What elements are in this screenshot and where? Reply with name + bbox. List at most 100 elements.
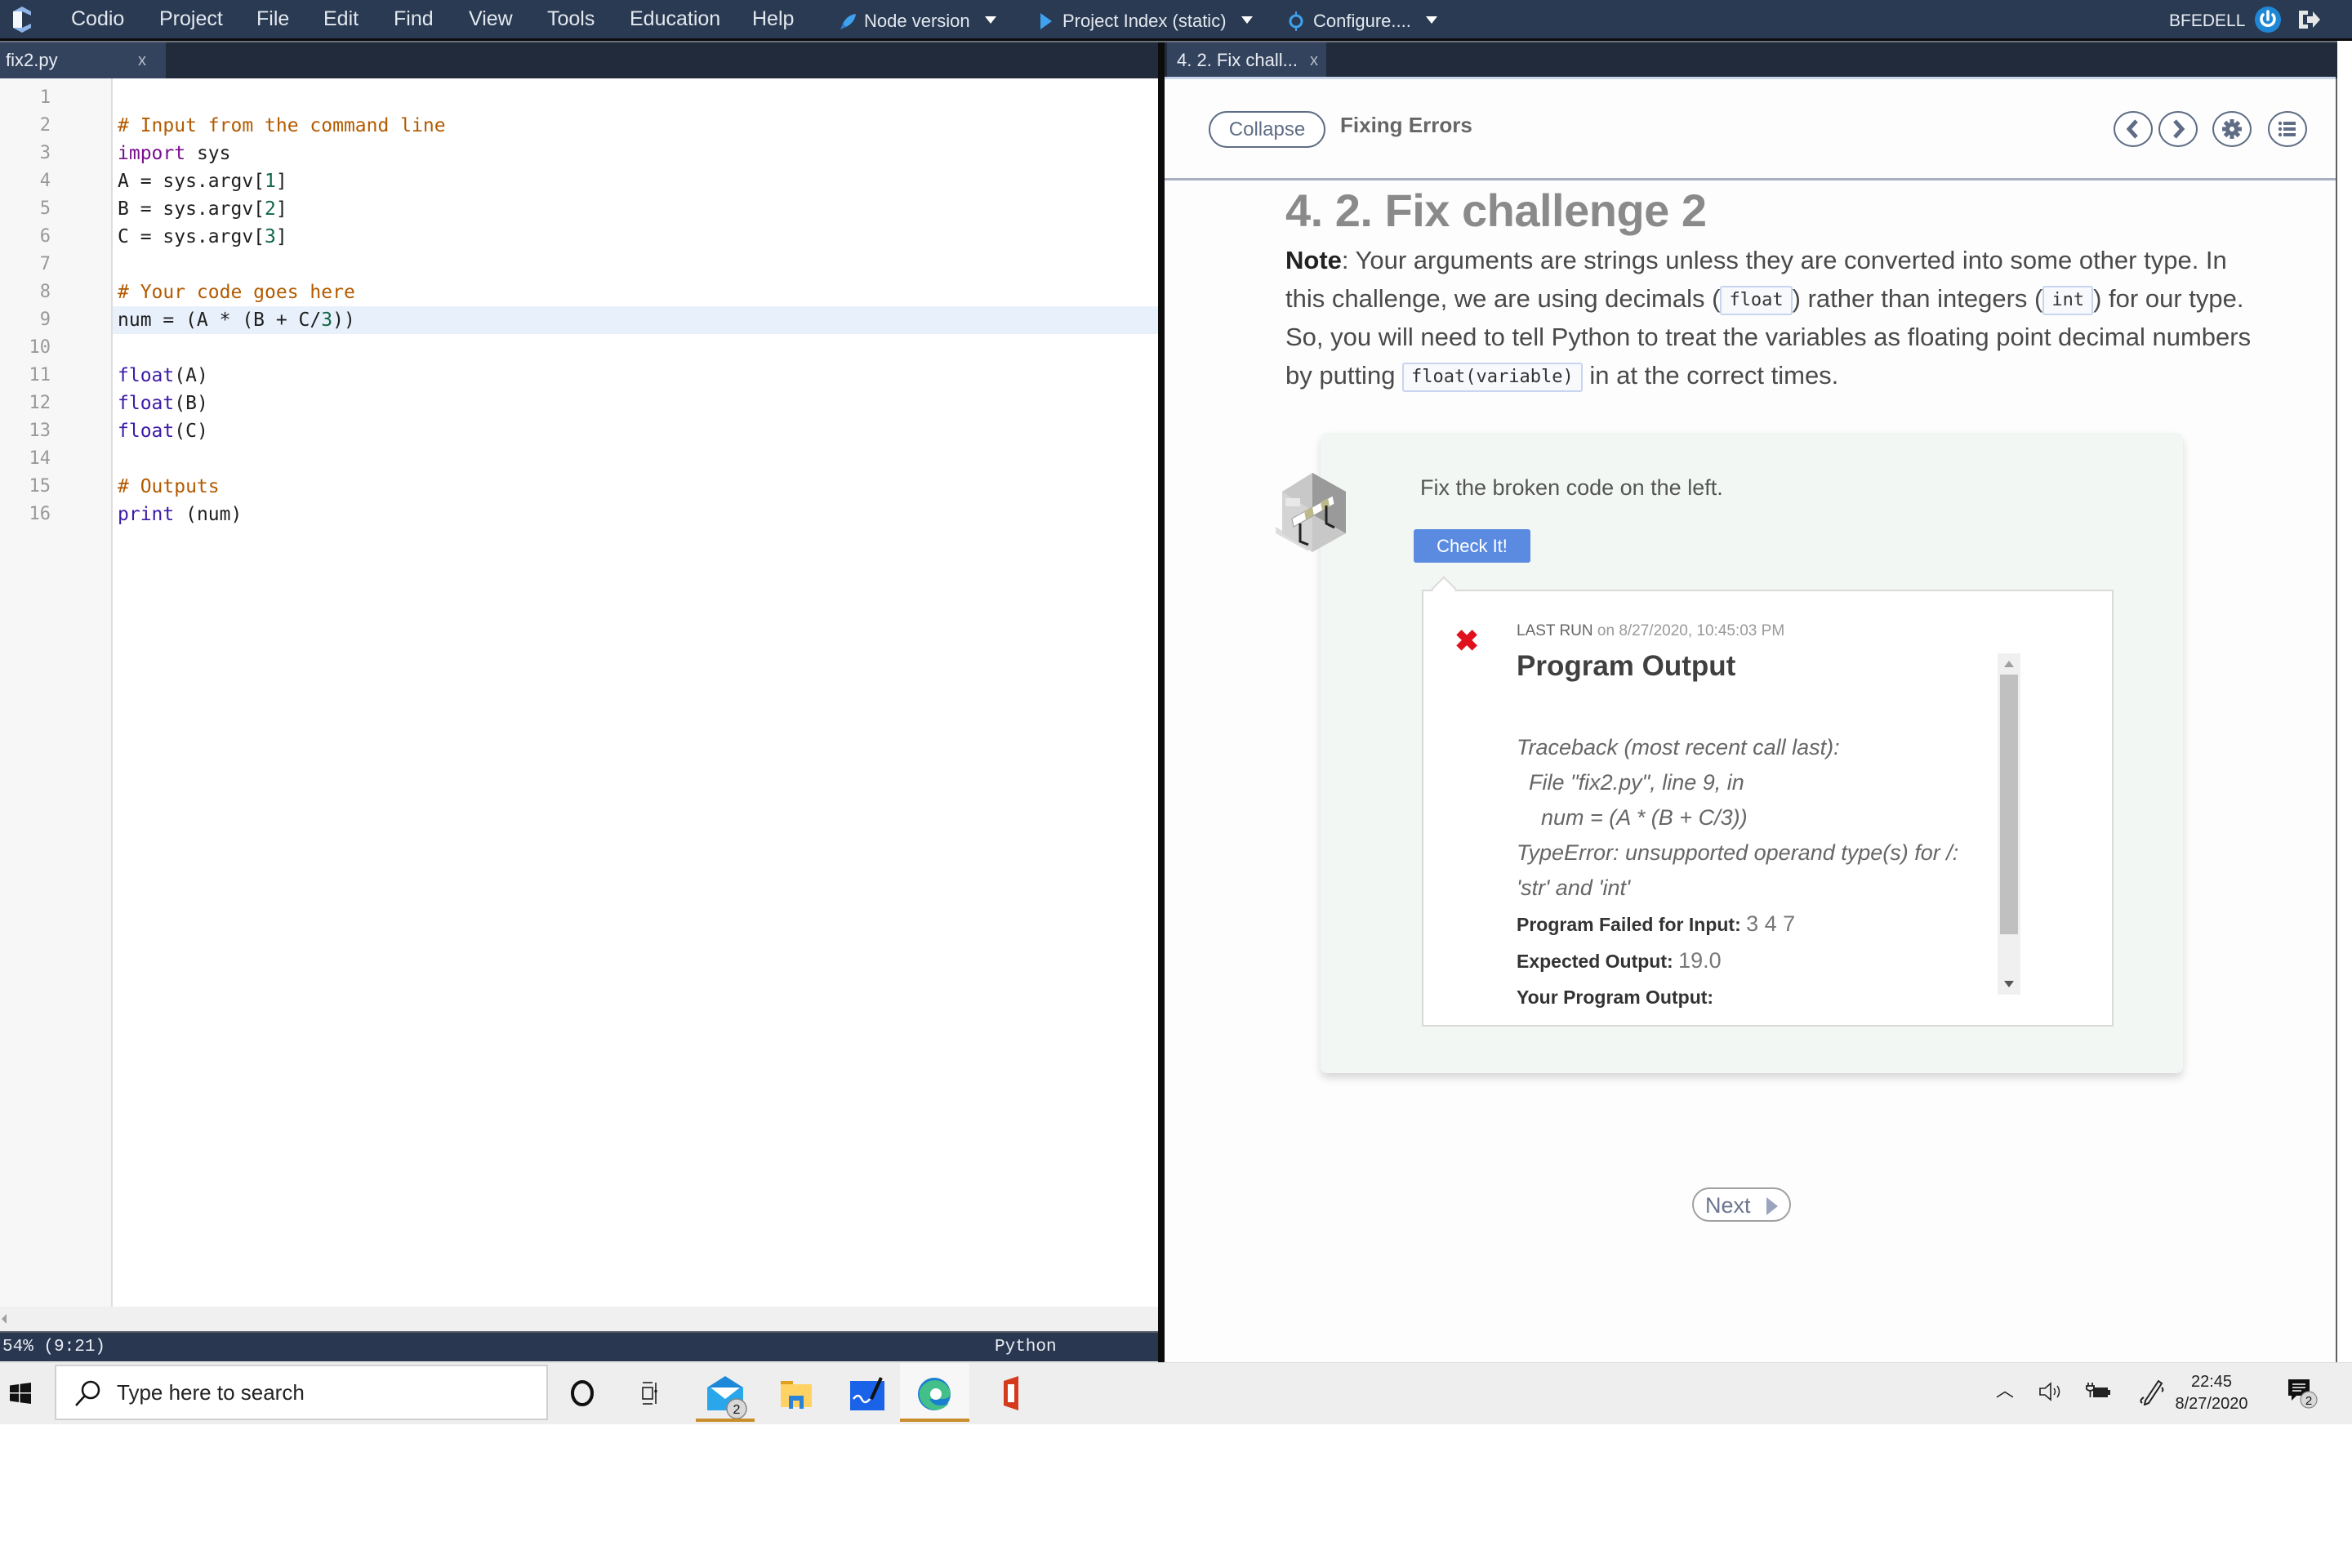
gear-icon — [2222, 119, 2242, 139]
challenge-barrier-icon — [1276, 473, 1346, 552]
menu-education[interactable]: Education — [630, 0, 720, 38]
edge-browser-button[interactable] — [900, 1363, 969, 1422]
play-right-icon — [1766, 1197, 1778, 1215]
power-icon[interactable] — [2254, 6, 2282, 33]
pane-splitter[interactable] — [1158, 42, 1165, 1362]
code-line[interactable]: # Input from the command line — [118, 112, 446, 140]
scroll-down-icon[interactable] — [2004, 981, 2014, 987]
line-number: 14 — [29, 448, 51, 469]
configure-dropdown[interactable]: Configure.... — [1287, 0, 1437, 38]
office-app-button[interactable] — [986, 1363, 1036, 1422]
code-line[interactable]: float(A) — [118, 362, 208, 390]
language-mode[interactable]: Python — [995, 1333, 1057, 1361]
failed-input-value: 3 4 7 — [1746, 911, 1796, 936]
code-line[interactable]: A = sys.argv[1] — [118, 167, 287, 195]
volume-icon[interactable] — [2038, 1381, 2065, 1402]
traceback-line: Traceback (most recent call last): — [1517, 735, 1840, 760]
line-number: 16 — [29, 504, 51, 524]
file-explorer-button[interactable] — [771, 1363, 822, 1422]
menu-find[interactable]: Find — [394, 0, 434, 38]
search-icon — [75, 1380, 100, 1406]
project-index-dropdown[interactable]: Project Index (static) — [1040, 0, 1253, 38]
code-line[interactable]: num = (A * (B + C/3)) — [118, 306, 355, 334]
play-icon — [1040, 13, 1052, 29]
cursor-position: 54% (9:21) — [2, 1338, 106, 1356]
rocket-icon — [840, 14, 856, 29]
caret-down-icon — [984, 16, 996, 24]
code-editor[interactable]: 1 2 3 4 5 6 7 8 9 10 11 12 13 14 15 16 # Input from the… — [0, 78, 1158, 1307]
battery-charging-icon[interactable] — [2085, 1381, 2111, 1402]
output-title: Program Output — [1517, 650, 1736, 682]
traceback-line: 'str' and 'int' — [1517, 875, 1631, 900]
mail-app-button[interactable]: 2 — [696, 1363, 756, 1422]
prev-section-button[interactable] — [2114, 111, 2153, 147]
menu-edit[interactable]: Edit — [323, 0, 359, 38]
menu-help[interactable]: Help — [752, 0, 794, 38]
codio-logo-icon[interactable] — [11, 7, 33, 33]
editor-tab-bar: fix2.py x — [0, 42, 1158, 78]
cortana-button[interactable] — [557, 1363, 608, 1422]
username[interactable]: BFEDELL — [2169, 0, 2245, 42]
last-run-label: LAST RUN — [1517, 622, 1593, 639]
menu-bar: Codio Project File Edit Find View Tools … — [0, 0, 2352, 38]
task-view-button[interactable] — [625, 1363, 675, 1422]
settings-button[interactable] — [2212, 111, 2252, 147]
scrollbar-thumb[interactable] — [2000, 675, 2018, 934]
challenge-card: Fix the broken code on the left. Check I… — [1321, 433, 2183, 1073]
node-version-dropdown[interactable]: Node version — [840, 0, 996, 38]
scroll-left-icon[interactable] — [2, 1314, 7, 1324]
next-section-button[interactable] — [2158, 111, 2198, 147]
close-icon[interactable]: x — [138, 42, 146, 78]
failed-input-row: Program Failed for Input: 3 4 7 — [1517, 911, 1795, 937]
inline-code-float: float — [1720, 286, 1793, 315]
horizontal-scrollbar[interactable] — [0, 1307, 1158, 1331]
code-line[interactable]: import sys — [118, 140, 230, 167]
menu-tools[interactable]: Tools — [547, 0, 595, 38]
output-scrollbar[interactable] — [1998, 653, 2020, 995]
close-icon[interactable]: x — [1310, 42, 1318, 78]
tab-fix2-py[interactable]: fix2.py x — [0, 42, 166, 78]
mail-badge: 2 — [733, 1403, 741, 1417]
line-number: 15 — [29, 476, 51, 497]
menu-project[interactable]: Project — [159, 0, 223, 38]
code-line[interactable]: # Outputs — [118, 473, 220, 501]
menu-view[interactable]: View — [469, 0, 513, 38]
cortana-icon — [571, 1380, 594, 1406]
line-number: 13 — [29, 421, 51, 441]
note-paragraph: Note: Your arguments are strings unless … — [1285, 241, 2265, 394]
next-button[interactable]: Next — [1692, 1187, 1791, 1222]
notifications-icon[interactable]: 2 — [2287, 1378, 2319, 1410]
check-it-button[interactable]: Check It! — [1414, 529, 1530, 563]
scroll-up-icon[interactable] — [2004, 661, 2014, 667]
menu-file[interactable]: File — [256, 0, 289, 38]
guide-title: Fixing Errors — [1340, 113, 1472, 137]
taskbar-search-box[interactable]: Type here to search — [55, 1365, 548, 1420]
logout-icon[interactable] — [2296, 7, 2321, 32]
edge-icon — [918, 1378, 951, 1410]
tab-label: fix2.py — [6, 50, 58, 70]
code-line[interactable]: print (num) — [118, 501, 242, 528]
last-run-time: on 8/27/2020, 10:45:03 PM — [1597, 622, 1785, 639]
line-number: 4 — [39, 171, 51, 191]
active-indicator — [900, 1419, 969, 1422]
inline-code-int: int — [2042, 286, 2094, 315]
line-number: 7 — [39, 254, 51, 274]
windows-taskbar: Type here to search 2 ︿ 22:45 8/27/2020 … — [0, 1362, 2352, 1424]
show-hidden-icons-chevron-icon[interactable]: ︿ — [1996, 1376, 2014, 1402]
code-line[interactable]: float(B) — [118, 390, 208, 417]
line-number: 6 — [39, 226, 51, 247]
code-line[interactable]: C = sys.argv[3] — [118, 223, 287, 251]
code-line[interactable]: B = sys.argv[2] — [118, 195, 287, 223]
line-number: 8 — [39, 282, 51, 302]
code-line[interactable]: # Your code goes here — [118, 278, 355, 306]
collapse-button[interactable]: Collapse — [1209, 111, 1325, 148]
code-line[interactable]: float(C) — [118, 417, 208, 445]
system-clock[interactable]: 22:45 8/27/2020 — [2154, 1371, 2269, 1415]
table-of-contents-button[interactable] — [2268, 111, 2307, 147]
tab-fix-challenge[interactable]: 4. 2. Fix chall... x — [1167, 42, 1326, 78]
node-version-label: Node version — [864, 11, 970, 31]
traceback-line: File "fix2.py", line 9, in — [1517, 770, 1744, 795]
menu-codio[interactable]: Codio — [71, 0, 124, 38]
windows-start-icon[interactable] — [10, 1383, 31, 1404]
whiteboard-app-button[interactable] — [842, 1363, 893, 1422]
